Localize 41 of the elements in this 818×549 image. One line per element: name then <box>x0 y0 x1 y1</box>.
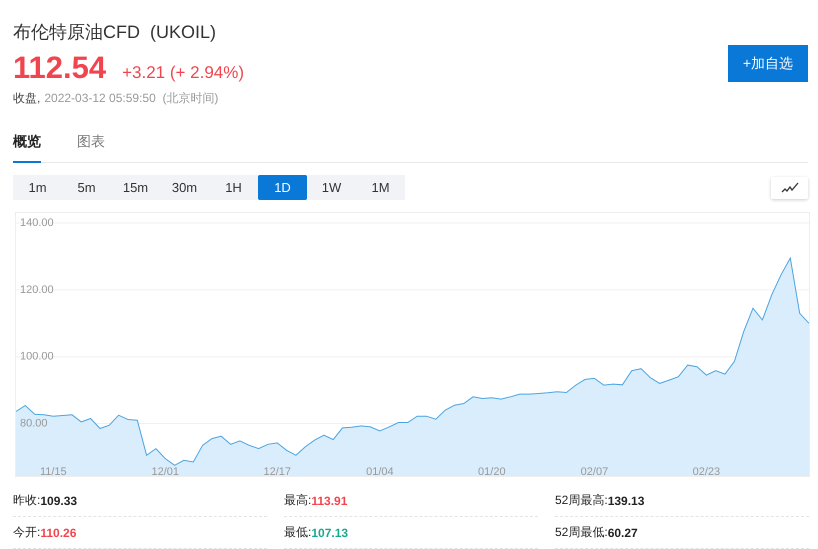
period-tab[interactable]: 1H <box>209 175 258 200</box>
period-tab[interactable]: 1M <box>356 175 405 200</box>
stat-label: 最低: <box>284 524 312 541</box>
x-axis-label: 02/07 <box>580 466 608 476</box>
last-price: 112.54 <box>13 50 106 86</box>
stat-value: 113.91 <box>311 494 348 508</box>
period-tab[interactable]: 1m <box>13 175 62 200</box>
period-tab[interactable]: 15m <box>111 175 160 200</box>
period-tab[interactable]: 30m <box>160 175 209 200</box>
x-axis-label: 01/20 <box>478 466 506 476</box>
x-axis-label: 12/01 <box>152 466 180 476</box>
y-axis-label: 140.00 <box>20 216 54 229</box>
line-chart-icon <box>780 182 798 194</box>
period-tab[interactable]: 1W <box>307 175 356 200</box>
stat-value: 110.26 <box>40 526 76 540</box>
x-axis-label: 01/04 <box>366 466 394 476</box>
status-label: 收盘, <box>13 90 40 107</box>
tab[interactable]: 图表 <box>77 133 105 163</box>
x-axis-label: 02/23 <box>692 466 720 476</box>
add-watchlist-button[interactable]: +加自选 <box>728 45 808 82</box>
stat-value: 60.27 <box>608 526 638 540</box>
period-tab[interactable]: 1D <box>258 175 307 200</box>
stat-label: 52周最低: <box>555 524 608 541</box>
stat-label: 52周最高: <box>555 492 608 509</box>
chart-type-button[interactable] <box>771 176 808 198</box>
stat-label: 今开: <box>13 524 40 541</box>
x-axis-label: 11/15 <box>40 466 67 476</box>
stat-label: 昨收: <box>13 492 40 509</box>
timestamp: 2022-03-12 05:59:50 (北京时间) <box>44 90 218 107</box>
stat-value: 107.13 <box>311 526 348 540</box>
stat-label: 最高: <box>284 492 312 509</box>
period-tab[interactable]: 5m <box>62 175 111 200</box>
y-axis-label: 120.00 <box>20 284 54 296</box>
tab[interactable]: 概览 <box>13 133 41 163</box>
x-axis-label: 12/17 <box>263 466 291 476</box>
price-change: +3.21 (+ 2.94%) <box>122 63 244 83</box>
y-axis-label: 80.00 <box>20 417 48 430</box>
instrument-title: 布伦特原油CFD (UKOIL) <box>13 21 218 44</box>
y-axis-label: 100.00 <box>20 350 54 363</box>
stat-value: 109.33 <box>40 494 78 508</box>
stat-value: 139.13 <box>608 494 644 508</box>
